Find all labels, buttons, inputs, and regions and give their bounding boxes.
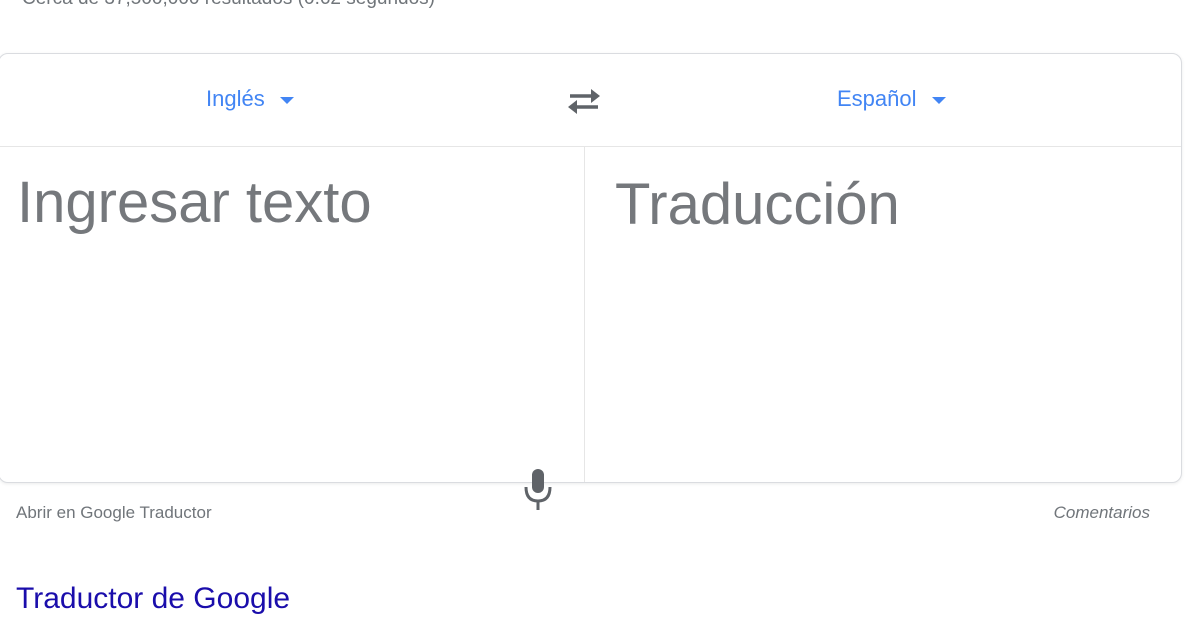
- translation-output: Traducción: [615, 172, 900, 237]
- swap-arrows-icon: [568, 89, 600, 114]
- source-language-selector[interactable]: Inglés: [206, 86, 294, 112]
- caret-down-icon: [279, 97, 294, 104]
- target-language-selector[interactable]: Español: [837, 86, 946, 112]
- translate-widget: Inglés Español Ingresar texto Traducción: [0, 53, 1182, 510]
- result-title-link[interactable]: Traductor de Google: [16, 582, 290, 616]
- microphone-icon: [524, 469, 552, 510]
- feedback-link[interactable]: Comentarios: [1054, 503, 1150, 523]
- source-language-label: Inglés: [206, 86, 265, 111]
- search-results-page: Cerca de 37,500,000 resultados (0.62 seg…: [0, 0, 1200, 630]
- source-panel: [0, 147, 584, 510]
- target-language-label: Español: [837, 86, 917, 111]
- caret-down-icon: [931, 97, 946, 104]
- language-bar: Inglés Español: [0, 54, 1181, 146]
- voice-input-button[interactable]: [521, 467, 555, 513]
- target-panel: Traducción: [585, 147, 1181, 482]
- open-in-translate-link[interactable]: Abrir en Google Traductor: [16, 503, 212, 523]
- result-stats: Cerca de 37,500,000 resultados (0.62 seg…: [22, 0, 435, 10]
- swap-languages-button[interactable]: [564, 84, 604, 118]
- source-text-input[interactable]: [17, 169, 557, 399]
